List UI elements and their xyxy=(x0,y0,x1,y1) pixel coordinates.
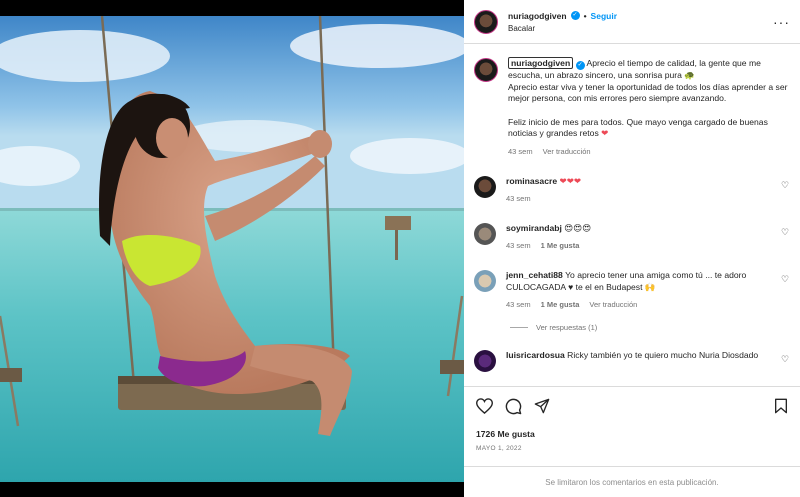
comments-disabled-notice: Se limitaron los comentarios en esta pub… xyxy=(464,466,800,497)
swing-photo-illustration xyxy=(0,16,464,482)
caption-text-2: Aprecio estar viva y tener la oportunida… xyxy=(508,81,788,104)
comment-username[interactable]: rominasacre xyxy=(506,176,557,186)
post-date[interactable]: MAYO 1, 2022 xyxy=(476,445,788,452)
comment-text: 😍😍😍 xyxy=(564,222,592,233)
like-heart-icon[interactable]: ♡ xyxy=(781,274,790,284)
bookmark-icon[interactable] xyxy=(774,398,788,414)
post-location[interactable]: Bacalar xyxy=(508,24,617,33)
view-replies-label[interactable]: Ver respuestas (1) xyxy=(536,323,597,332)
comment-item: soymirandabj 😍😍😍 43 sem 1 Me gusta ♡ xyxy=(474,222,790,252)
translate-link[interactable]: Ver traducción xyxy=(543,146,591,158)
follow-button[interactable]: Seguir xyxy=(591,11,617,21)
comment-text: Ricky también yo te quiero mucho Nuria D… xyxy=(567,349,759,360)
post-author-block: nuriagodgiven ✓ • Seguir Bacalar xyxy=(508,11,617,33)
avatar[interactable] xyxy=(474,349,496,372)
caption-text-3: Feliz inicio de mes para todos. Que mayo… xyxy=(508,116,768,139)
avatar[interactable] xyxy=(474,9,498,34)
translate-link[interactable]: Ver traducción xyxy=(589,299,637,311)
comment-time[interactable]: 43 sem xyxy=(506,299,531,311)
like-icon[interactable] xyxy=(476,398,493,414)
comment-username[interactable]: jenn_cehati88 xyxy=(506,270,563,280)
caption-username[interactable]: nuriagodgiven xyxy=(508,57,574,69)
comment-item: jenn_cehati88 Yo aprecio tener una amiga… xyxy=(474,269,790,311)
caption-time[interactable]: 43 sem xyxy=(508,146,533,158)
replies-divider xyxy=(510,326,528,328)
comment-username[interactable]: luisricardosua xyxy=(506,350,565,360)
comment-likes[interactable]: 1 Me gusta xyxy=(541,240,580,252)
likes-count[interactable]: 1726 Me gusta xyxy=(476,429,788,439)
avatar[interactable] xyxy=(474,175,496,198)
verified-icon: ✓ xyxy=(570,11,580,20)
comment-item: rominasacre ❤❤❤ 43 sem ♡ xyxy=(474,175,790,205)
action-icons xyxy=(476,397,788,415)
comment-likes[interactable]: 1 Me gusta xyxy=(541,299,580,311)
post-header: nuriagodgiven ✓ • Seguir Bacalar ··· xyxy=(464,0,800,44)
separator-dot: • xyxy=(583,10,587,21)
avatar[interactable] xyxy=(474,269,496,292)
comment-time[interactable]: 43 sem xyxy=(506,240,531,252)
caption: nuriagodgiven ✓ Aprecio el tiempo de cal… xyxy=(474,57,790,158)
comment-text: ❤❤❤ xyxy=(559,175,582,186)
post-photo xyxy=(0,16,464,482)
instagram-post-modal: nuriagodgiven ✓ • Seguir Bacalar ··· nur… xyxy=(0,0,800,497)
author-username[interactable]: nuriagodgiven xyxy=(508,11,567,21)
avatar[interactable] xyxy=(474,58,498,82)
avatar[interactable] xyxy=(474,222,496,245)
comment-username[interactable]: soymirandabj xyxy=(506,223,562,233)
verified-icon: ✓ xyxy=(575,61,585,70)
more-dots-icon[interactable]: ··· xyxy=(773,14,790,30)
post-actions: 1726 Me gusta MAYO 1, 2022 xyxy=(464,386,800,452)
comment-item: luisricardosua Ricky también yo te quier… xyxy=(474,349,790,372)
heart-emoji: ❤ xyxy=(601,128,609,139)
view-replies[interactable]: Ver respuestas (1) xyxy=(510,323,790,332)
like-heart-icon[interactable]: ♡ xyxy=(781,180,790,190)
post-side-panel: nuriagodgiven ✓ • Seguir Bacalar ··· nur… xyxy=(464,0,800,497)
comments-list[interactable]: nuriagodgiven ✓ Aprecio el tiempo de cal… xyxy=(464,50,800,386)
comment-time[interactable]: 43 sem xyxy=(506,193,531,205)
comment-icon[interactable] xyxy=(505,398,522,415)
like-heart-icon[interactable]: ♡ xyxy=(781,227,790,237)
like-heart-icon[interactable]: ♡ xyxy=(781,354,790,364)
share-icon[interactable] xyxy=(534,398,550,414)
author-row: nuriagodgiven ✓ • Seguir xyxy=(508,11,617,21)
